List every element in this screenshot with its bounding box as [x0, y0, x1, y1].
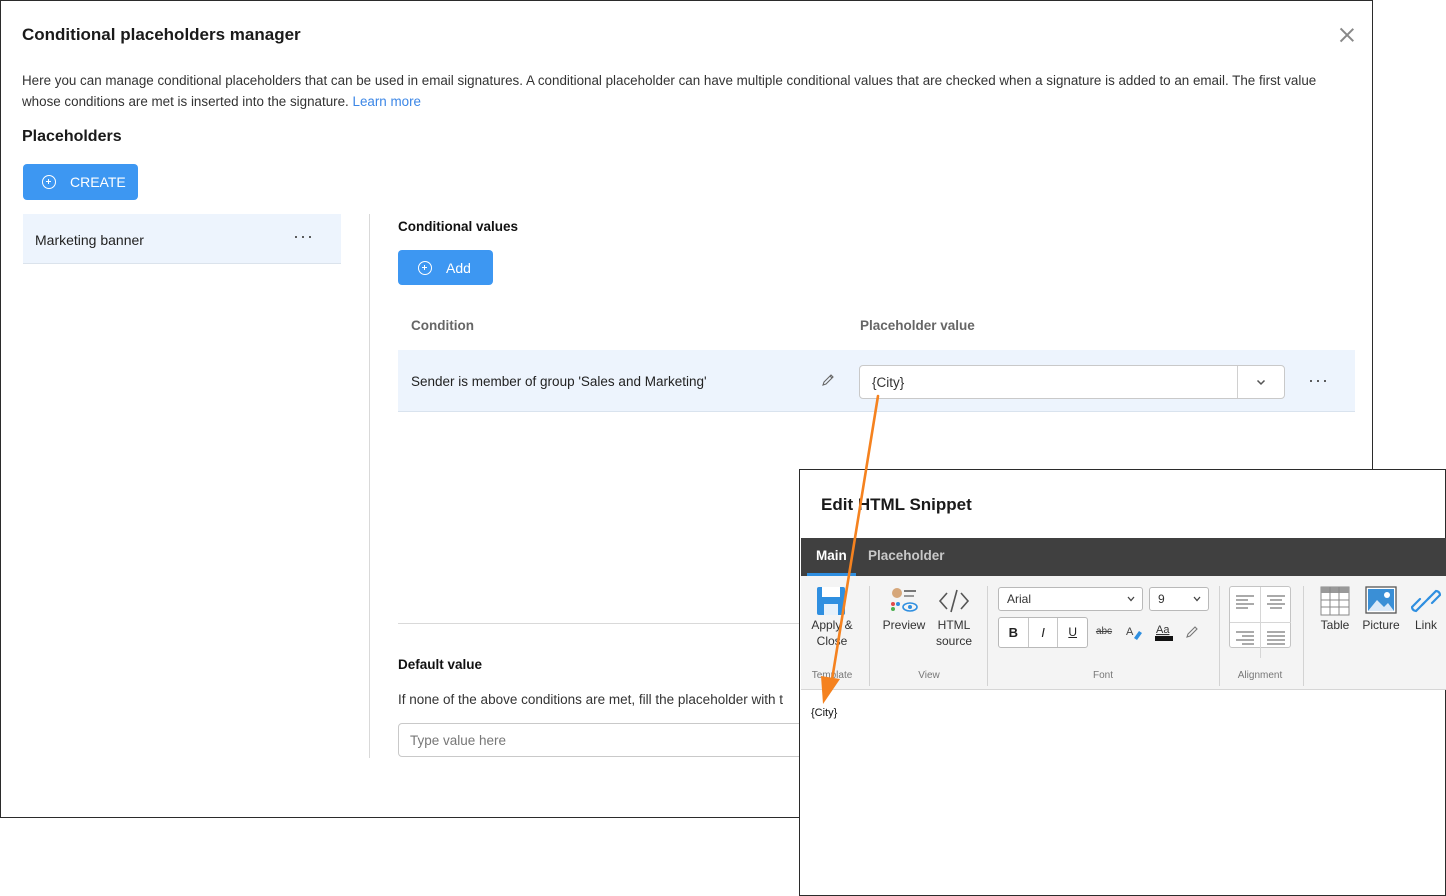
- link-icon: [1411, 589, 1441, 613]
- align-left-button[interactable]: [1230, 587, 1261, 623]
- align-right-button[interactable]: [1230, 623, 1261, 658]
- create-button[interactable]: CREATE: [23, 164, 138, 200]
- add-button-label: Add: [446, 259, 471, 276]
- dropdown-toggle[interactable]: [1237, 366, 1284, 398]
- tab-main[interactable]: Main: [807, 538, 856, 576]
- row-more-options-icon[interactable]: ···: [1308, 371, 1329, 389]
- add-circle-icon: [42, 175, 56, 189]
- picture-button[interactable]: Picture: [1359, 580, 1403, 640]
- table-icon: [1320, 586, 1350, 616]
- learn-more-link[interactable]: Learn more: [353, 94, 421, 109]
- edit-pencil-icon[interactable]: [821, 373, 835, 387]
- conditional-values-heading: Conditional values: [398, 219, 519, 234]
- ribbon-separator: [987, 586, 988, 686]
- link-button[interactable]: Link: [1407, 580, 1445, 640]
- ribbon-tab-bar: Main Placeholder: [801, 538, 1446, 576]
- align-center-button[interactable]: [1261, 587, 1291, 623]
- font-size-value: 9: [1158, 592, 1165, 606]
- italic-button[interactable]: I: [1029, 618, 1059, 647]
- add-button[interactable]: Add: [398, 250, 493, 285]
- html-source-label: HTML source: [931, 617, 977, 649]
- placeholder-value-select[interactable]: {City}: [859, 365, 1285, 399]
- bold-button[interactable]: B: [999, 618, 1029, 647]
- apply-close-label: Apply & Close: [807, 617, 857, 649]
- snippet-title: Edit HTML Snippet: [821, 495, 972, 514]
- code-brackets-icon: [938, 589, 970, 613]
- align-justify-icon: [1267, 631, 1285, 645]
- font-family-select[interactable]: Arial: [998, 587, 1143, 611]
- alignment-buttons: [1229, 586, 1291, 658]
- chevron-down-icon: [1256, 379, 1266, 385]
- chevron-down-icon: [1193, 596, 1201, 602]
- align-center-icon: [1267, 595, 1285, 609]
- underline-button[interactable]: U: [1058, 618, 1087, 647]
- dialog-title: Conditional placeholders manager: [22, 25, 301, 44]
- link-label: Link: [1414, 618, 1437, 632]
- clear-format-icon: A: [1126, 626, 1142, 640]
- default-value-heading: Default value: [398, 657, 483, 672]
- align-justify-button[interactable]: [1261, 623, 1291, 658]
- description-text: Here you can manage conditional placehol…: [22, 73, 1317, 109]
- tab-placeholder[interactable]: Placeholder: [868, 538, 945, 576]
- table-label: Table: [1320, 618, 1350, 632]
- html-source-line-2: source: [935, 634, 973, 648]
- text-format-group: B I U: [998, 617, 1088, 648]
- html-source-line-1: HTML: [937, 618, 971, 632]
- apply-close-line-1: Apply &: [811, 618, 853, 632]
- dialog-description: Here you can manage conditional placehol…: [22, 70, 1352, 112]
- condition-column-header: Condition: [411, 318, 474, 333]
- font-color-button[interactable]: Aa: [1151, 617, 1177, 647]
- placeholder-list-item[interactable]: Marketing banner ···: [23, 214, 341, 264]
- svg-text:Aa: Aa: [1156, 624, 1170, 636]
- highlighter-icon: [1186, 626, 1198, 638]
- save-disk-icon: [817, 587, 845, 615]
- ribbon-separator: [869, 586, 870, 686]
- add-circle-icon: [418, 260, 432, 275]
- ribbon-toolbar: Apply & Close Template Preview HTML sour…: [801, 576, 1446, 690]
- align-right-icon: [1236, 631, 1254, 645]
- font-family-value: Arial: [1007, 592, 1032, 606]
- placeholder-value-column-header: Placeholder value: [860, 318, 975, 333]
- picture-icon: [1365, 586, 1397, 614]
- default-value-input[interactable]: [398, 723, 818, 757]
- clear-format-button[interactable]: A: [1123, 617, 1145, 647]
- font-group-label: Font: [1092, 670, 1113, 681]
- placeholder-name: Marketing banner: [35, 232, 144, 248]
- panel-divider: [369, 214, 370, 758]
- font-color-icon: Aa: [1155, 624, 1173, 641]
- ribbon-separator: [1303, 586, 1304, 686]
- picture-label: Picture: [1362, 618, 1400, 632]
- close-icon[interactable]: [1337, 25, 1357, 45]
- apply-close-line-2: Close: [816, 634, 848, 648]
- placeholders-heading: Placeholders: [22, 128, 122, 145]
- placeholder-value-text: {City}: [872, 375, 905, 390]
- condition-text: Sender is member of group 'Sales and Mar…: [411, 374, 707, 389]
- strikethrough-button[interactable]: abc: [1093, 617, 1115, 647]
- view-group-label: View: [918, 670, 940, 681]
- html-source-button[interactable]: HTML source: [931, 580, 977, 652]
- edit-html-snippet-window: Edit HTML Snippet Main Placeholder Apply…: [799, 469, 1446, 896]
- apply-close-button[interactable]: Apply & Close: [807, 580, 857, 652]
- align-left-icon: [1236, 595, 1254, 609]
- alignment-group-label: Alignment: [1237, 670, 1283, 681]
- svg-text:A: A: [1126, 626, 1134, 638]
- preview-label: Preview: [882, 618, 926, 632]
- table-row: Sender is member of group 'Sales and Mar…: [398, 350, 1355, 412]
- editor-content[interactable]: {City}: [811, 707, 837, 719]
- default-value-description: If none of the above conditions are met,…: [398, 692, 783, 707]
- template-group-label: Template: [811, 670, 853, 681]
- table-button[interactable]: Table: [1313, 580, 1357, 640]
- preview-button[interactable]: Preview: [881, 580, 927, 640]
- create-button-label: CREATE: [70, 174, 126, 190]
- more-options-icon[interactable]: ···: [293, 227, 314, 245]
- font-size-select[interactable]: 9: [1149, 587, 1209, 611]
- preview-icon: [891, 588, 918, 612]
- highlight-button[interactable]: [1181, 617, 1203, 647]
- chevron-down-icon: [1127, 596, 1135, 602]
